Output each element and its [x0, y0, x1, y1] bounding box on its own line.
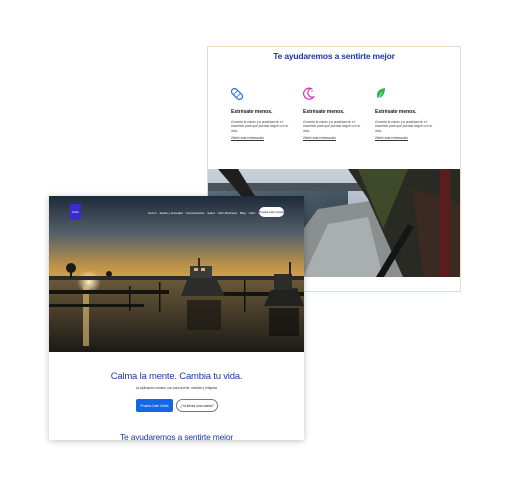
nav-item-concentracion[interactable]: Concentración [186, 211, 205, 215]
try-calm-free-button[interactable]: Prueba Calm Gratis [259, 207, 284, 217]
hero-headline: Calma la mente. Cambia tu vida. [110, 371, 243, 382]
nav-item-blog[interactable]: Blog [240, 211, 246, 215]
nav-item-dormir[interactable]: Dormir [148, 211, 157, 215]
feature-card: Estrésate menos. Conecta el estrés y a a… [231, 87, 295, 140]
nav-item-salud[interactable]: Salud [207, 211, 214, 215]
nav-item-calm[interactable]: Calm [249, 211, 256, 215]
feature-more-link[interactable]: Obtén más información [375, 136, 439, 140]
calm-logo[interactable]: Calm [70, 204, 81, 220]
feature-more-link[interactable]: Obtén más información [303, 136, 367, 140]
feature-more-link[interactable]: Obtén más información [231, 136, 295, 140]
section-title: Te ayudaremos a sentirte mejor [273, 51, 395, 61]
nav-item-estres[interactable]: Estrés y ansiedad [160, 211, 183, 215]
leaf-icon [377, 88, 385, 100]
feature-description: Conecta el estrés y a ansiedad en el mom… [303, 120, 361, 133]
feature-card: Estrésate menos. Conecta el estrés y a a… [375, 87, 439, 140]
landing-page-screenshot: Calm Dormir Estrés y ansiedad Concentrac… [49, 196, 304, 440]
feature-heading: Estrésate menos. [303, 109, 345, 115]
hero-section: Calm Dormir Estrés y ansiedad Concentrac… [49, 196, 304, 352]
section-title: Te ayudaremos a sentirte mejor [119, 432, 234, 440]
hero-subtitle: La aplicación número uno para dormir, me… [135, 386, 218, 390]
moon-icon [303, 87, 315, 100]
top-nav: Dormir Estrés y ansiedad Concentración S… [148, 211, 275, 215]
feature-card: Estrésate menos. Conecta el estrés y a a… [303, 87, 367, 140]
have-account-button[interactable]: ¿Ya tienes una cuenta? [176, 399, 218, 412]
feature-heading: Estrésate menos. [231, 109, 273, 115]
try-free-button[interactable]: Prueba Calm Gratis [136, 399, 173, 412]
feature-heading: Estrésate menos. [375, 109, 417, 115]
feature-description: Conecta el estrés y a ansiedad en el mom… [375, 120, 433, 133]
bandage-icon [231, 87, 243, 101]
feature-description: Conecta el estrés y a ansiedad en el mom… [231, 120, 289, 133]
marina-sunset-photo [49, 196, 304, 352]
nav-item-business[interactable]: Calm Business [218, 211, 237, 215]
